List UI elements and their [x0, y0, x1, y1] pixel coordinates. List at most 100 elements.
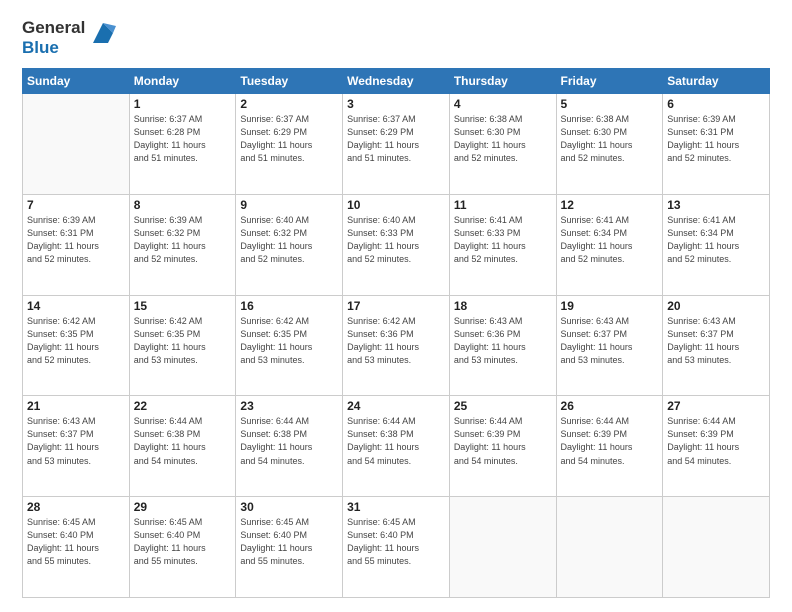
cell-info: Sunrise: 6:41 AM Sunset: 6:33 PM Dayligh… [454, 214, 552, 266]
cell-info: Sunrise: 6:37 AM Sunset: 6:29 PM Dayligh… [347, 113, 445, 165]
cell-info: Sunrise: 6:44 AM Sunset: 6:38 PM Dayligh… [134, 415, 232, 467]
calendar-week-2: 7 Sunrise: 6:39 AM Sunset: 6:31 PM Daylig… [23, 194, 770, 295]
cell-info: Sunrise: 6:44 AM Sunset: 6:39 PM Dayligh… [454, 415, 552, 467]
logo-general: General [22, 18, 85, 38]
day-number: 27 [667, 399, 765, 413]
cell-info: Sunrise: 6:38 AM Sunset: 6:30 PM Dayligh… [561, 113, 659, 165]
cell-info: Sunrise: 6:42 AM Sunset: 6:35 PM Dayligh… [134, 315, 232, 367]
day-number: 22 [134, 399, 232, 413]
cell-info: Sunrise: 6:37 AM Sunset: 6:28 PM Dayligh… [134, 113, 232, 165]
calendar-cell: 8 Sunrise: 6:39 AM Sunset: 6:32 PM Daylig… [129, 194, 236, 295]
calendar-cell: 25Sunrise: 6:44 AM Sunset: 6:39 PM Dayli… [449, 396, 556, 497]
day-number: 23 [240, 399, 338, 413]
cell-info: Sunrise: 6:42 AM Sunset: 6:35 PM Dayligh… [27, 315, 125, 367]
calendar-cell: 20 Sunrise: 6:43 AM Sunset: 6:37 PM Dayli… [663, 295, 770, 396]
day-number: 24 [347, 399, 445, 413]
cell-info: Sunrise: 6:39 AM Sunset: 6:31 PM Dayligh… [27, 214, 125, 266]
calendar-cell: 27Sunrise: 6:44 AM Sunset: 6:39 PM Dayli… [663, 396, 770, 497]
cell-info: Sunrise: 6:44 AM Sunset: 6:38 PM Dayligh… [240, 415, 338, 467]
calendar-cell: 11 Sunrise: 6:41 AM Sunset: 6:33 PM Dayli… [449, 194, 556, 295]
calendar-table: SundayMondayTuesdayWednesdayThursdayFrid… [22, 68, 770, 598]
day-number: 7 [27, 198, 125, 212]
day-number: 19 [561, 299, 659, 313]
cell-info: Sunrise: 6:44 AM Sunset: 6:38 PM Dayligh… [347, 415, 445, 467]
day-header-wednesday: Wednesday [343, 69, 450, 94]
cell-info: Sunrise: 6:39 AM Sunset: 6:31 PM Dayligh… [667, 113, 765, 165]
cell-info: Sunrise: 6:43 AM Sunset: 6:37 PM Dayligh… [667, 315, 765, 367]
calendar-cell: 26Sunrise: 6:44 AM Sunset: 6:39 PM Dayli… [556, 396, 663, 497]
logo: General Blue [22, 18, 118, 58]
calendar-cell: 9Sunrise: 6:40 AM Sunset: 6:32 PM Daylig… [236, 194, 343, 295]
cell-info: Sunrise: 6:45 AM Sunset: 6:40 PM Dayligh… [240, 516, 338, 568]
calendar-cell: 19 Sunrise: 6:43 AM Sunset: 6:37 PM Dayli… [556, 295, 663, 396]
day-number: 4 [454, 97, 552, 111]
page: General Blue SundayMondayTuesdayWednesda… [0, 0, 792, 612]
cell-info: Sunrise: 6:38 AM Sunset: 6:30 PM Dayligh… [454, 113, 552, 165]
calendar-header-row: SundayMondayTuesdayWednesdayThursdayFrid… [23, 69, 770, 94]
calendar-cell: 31 Sunrise: 6:45 AM Sunset: 6:40 PM Dayli… [343, 497, 450, 598]
calendar-week-3: 14Sunrise: 6:42 AM Sunset: 6:35 PM Dayli… [23, 295, 770, 396]
day-number: 12 [561, 198, 659, 212]
day-number: 31 [347, 500, 445, 514]
cell-info: Sunrise: 6:43 AM Sunset: 6:37 PM Dayligh… [27, 415, 125, 467]
calendar-week-5: 28 Sunrise: 6:45 AM Sunset: 6:40 PM Dayli… [23, 497, 770, 598]
day-header-monday: Monday [129, 69, 236, 94]
day-number: 9 [240, 198, 338, 212]
calendar-cell [556, 497, 663, 598]
day-header-tuesday: Tuesday [236, 69, 343, 94]
cell-info: Sunrise: 6:41 AM Sunset: 6:34 PM Dayligh… [667, 214, 765, 266]
cell-info: Sunrise: 6:45 AM Sunset: 6:40 PM Dayligh… [347, 516, 445, 568]
cell-info: Sunrise: 6:42 AM Sunset: 6:36 PM Dayligh… [347, 315, 445, 367]
cell-info: Sunrise: 6:42 AM Sunset: 6:35 PM Dayligh… [240, 315, 338, 367]
calendar-cell: 23 Sunrise: 6:44 AM Sunset: 6:38 PM Dayli… [236, 396, 343, 497]
day-number: 13 [667, 198, 765, 212]
calendar-cell: 2Sunrise: 6:37 AM Sunset: 6:29 PM Daylig… [236, 94, 343, 195]
cell-info: Sunrise: 6:43 AM Sunset: 6:37 PM Dayligh… [561, 315, 659, 367]
calendar-week-1: 1 Sunrise: 6:37 AM Sunset: 6:28 PM Daylig… [23, 94, 770, 195]
calendar-cell: 15 Sunrise: 6:42 AM Sunset: 6:35 PM Dayli… [129, 295, 236, 396]
day-number: 20 [667, 299, 765, 313]
logo-blue: Blue [22, 38, 85, 58]
day-number: 10 [347, 198, 445, 212]
calendar-cell: 16 Sunrise: 6:42 AM Sunset: 6:35 PM Dayli… [236, 295, 343, 396]
day-number: 30 [240, 500, 338, 514]
calendar-cell: 18Sunrise: 6:43 AM Sunset: 6:36 PM Dayli… [449, 295, 556, 396]
day-number: 5 [561, 97, 659, 111]
logo-icon [88, 18, 118, 48]
calendar-cell: 21 Sunrise: 6:43 AM Sunset: 6:37 PM Dayli… [23, 396, 130, 497]
day-number: 28 [27, 500, 125, 514]
calendar-cell: 1 Sunrise: 6:37 AM Sunset: 6:28 PM Daylig… [129, 94, 236, 195]
calendar-cell: 13 Sunrise: 6:41 AM Sunset: 6:34 PM Dayli… [663, 194, 770, 295]
day-number: 18 [454, 299, 552, 313]
header: General Blue [22, 18, 770, 58]
day-number: 21 [27, 399, 125, 413]
day-number: 15 [134, 299, 232, 313]
calendar-cell: 22 Sunrise: 6:44 AM Sunset: 6:38 PM Dayli… [129, 396, 236, 497]
cell-info: Sunrise: 6:37 AM Sunset: 6:29 PM Dayligh… [240, 113, 338, 165]
day-header-friday: Friday [556, 69, 663, 94]
cell-info: Sunrise: 6:41 AM Sunset: 6:34 PM Dayligh… [561, 214, 659, 266]
calendar-cell: 10Sunrise: 6:40 AM Sunset: 6:33 PM Dayli… [343, 194, 450, 295]
calendar-cell [663, 497, 770, 598]
calendar-cell: 14Sunrise: 6:42 AM Sunset: 6:35 PM Dayli… [23, 295, 130, 396]
day-number: 6 [667, 97, 765, 111]
day-number: 8 [134, 198, 232, 212]
calendar-cell [23, 94, 130, 195]
cell-info: Sunrise: 6:45 AM Sunset: 6:40 PM Dayligh… [134, 516, 232, 568]
calendar-cell: 6 Sunrise: 6:39 AM Sunset: 6:31 PM Daylig… [663, 94, 770, 195]
day-number: 1 [134, 97, 232, 111]
day-number: 11 [454, 198, 552, 212]
calendar-cell: 7 Sunrise: 6:39 AM Sunset: 6:31 PM Daylig… [23, 194, 130, 295]
calendar-cell: 29 Sunrise: 6:45 AM Sunset: 6:40 PM Dayli… [129, 497, 236, 598]
cell-info: Sunrise: 6:45 AM Sunset: 6:40 PM Dayligh… [27, 516, 125, 568]
calendar-cell: 5 Sunrise: 6:38 AM Sunset: 6:30 PM Daylig… [556, 94, 663, 195]
calendar-cell: 17Sunrise: 6:42 AM Sunset: 6:36 PM Dayli… [343, 295, 450, 396]
cell-info: Sunrise: 6:44 AM Sunset: 6:39 PM Dayligh… [561, 415, 659, 467]
day-number: 3 [347, 97, 445, 111]
calendar-cell: 4 Sunrise: 6:38 AM Sunset: 6:30 PM Daylig… [449, 94, 556, 195]
calendar-cell: 3 Sunrise: 6:37 AM Sunset: 6:29 PM Daylig… [343, 94, 450, 195]
cell-info: Sunrise: 6:39 AM Sunset: 6:32 PM Dayligh… [134, 214, 232, 266]
day-number: 16 [240, 299, 338, 313]
day-number: 29 [134, 500, 232, 514]
calendar-cell: 30 Sunrise: 6:45 AM Sunset: 6:40 PM Dayli… [236, 497, 343, 598]
